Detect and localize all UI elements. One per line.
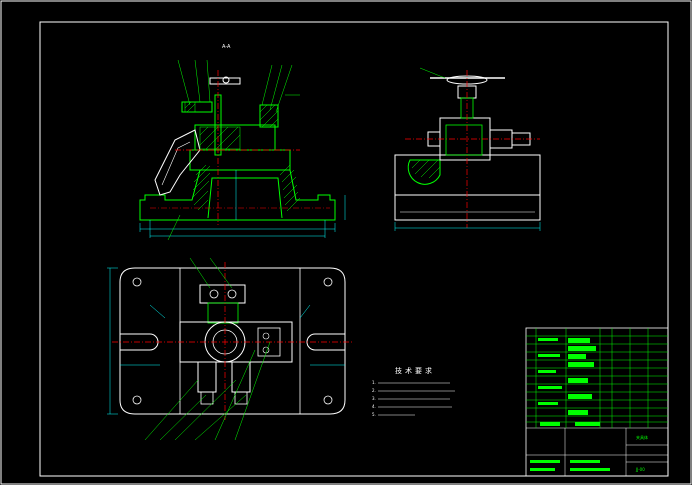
cad-drawing-canvas: A-A 技术要求 1. 2. 3. 4. 5. 夹具体 JJ-00: [0, 0, 692, 485]
drawing-name: 夹具体: [636, 434, 648, 440]
top-view: [107, 257, 352, 441]
tech-req-note-3: 3.: [372, 396, 376, 401]
drawing-number: JJ-00: [635, 467, 645, 472]
title-block: 夹具体 JJ-00: [525, 327, 669, 477]
side-view: [394, 67, 541, 231]
front-section-view: A-A: [139, 44, 346, 241]
section-label: A-A: [222, 44, 231, 50]
tech-req-note-1: 1.: [372, 380, 376, 385]
technical-requirements: 技术要求 1. 2. 3. 4. 5.: [372, 366, 455, 417]
tech-req-note-2: 2.: [372, 388, 376, 393]
tech-req-title: 技术要求: [395, 366, 435, 375]
tech-req-note-4: 4.: [372, 404, 376, 409]
tech-req-note-5: 5.: [372, 412, 376, 417]
